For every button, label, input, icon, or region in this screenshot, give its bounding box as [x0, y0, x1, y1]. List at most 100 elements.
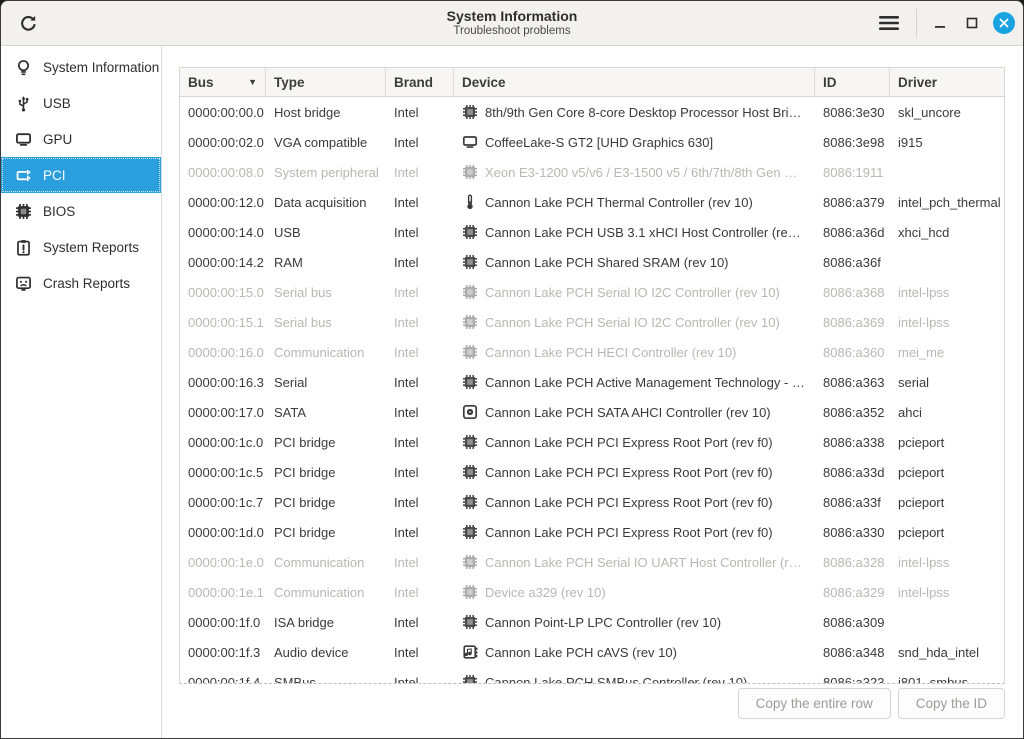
cell-bus: 0000:00:14.2 [180, 247, 266, 277]
table-row[interactable]: 0000:00:1d.0 PCI bridge Intel Cannon Lak… [180, 517, 1004, 547]
cell-driver [890, 157, 1004, 187]
cell-device: Cannon Lake PCH Serial IO I2C Controller… [454, 277, 815, 307]
cell-id: 8086:a329 [815, 577, 890, 607]
sort-descending-icon: ▼ [248, 77, 257, 87]
close-button[interactable] [993, 12, 1015, 34]
table-row[interactable]: 0000:00:14.2 RAM Intel Cannon Lake PCH S… [180, 247, 1004, 277]
cell-brand: Intel [386, 517, 454, 547]
cell-type: RAM [266, 247, 386, 277]
cell-id: 8086:a36d [815, 217, 890, 247]
copy-id-button[interactable]: Copy the ID [898, 688, 1005, 719]
sidebar-item-crash-reports[interactable]: Crash Reports [1, 265, 161, 301]
sidebar-item-label: GPU [43, 132, 72, 147]
cell-driver: snd_hda_intel [890, 637, 1004, 667]
column-header-driver[interactable]: Driver [890, 68, 1004, 96]
cell-bus: 0000:00:16.0 [180, 337, 266, 367]
sidebar-item-label: System Reports [43, 240, 139, 255]
minimize-button[interactable] [927, 10, 953, 36]
device-type-icon [462, 254, 478, 270]
table-row[interactable]: 0000:00:1f.4 SMBus Intel Cannon Lake PCH… [180, 667, 1004, 684]
table-row[interactable]: 0000:00:1f.0 ISA bridge Intel Cannon Poi… [180, 607, 1004, 637]
device-type-icon [462, 104, 478, 120]
table-row[interactable]: 0000:00:16.0 Communication Intel Cannon … [180, 337, 1004, 367]
cell-device: Cannon Lake PCH SATA AHCI Controller (re… [454, 397, 815, 427]
table-row[interactable]: 0000:00:1c.5 PCI bridge Intel Cannon Lak… [180, 457, 1004, 487]
table-row[interactable]: 0000:00:1e.1 Communication Intel Device … [180, 577, 1004, 607]
column-header-bus[interactable]: Bus ▼ [180, 68, 266, 96]
table-row[interactable]: 0000:00:12.0 Data acquisition Intel Cann… [180, 187, 1004, 217]
cell-driver: serial [890, 367, 1004, 397]
table-row[interactable]: 0000:00:15.0 Serial bus Intel Cannon Lak… [180, 277, 1004, 307]
cell-bus: 0000:00:02.0 [180, 127, 266, 157]
content-area: Bus ▼ Type Brand Device ID Driver 0000:0… [162, 46, 1023, 738]
cell-brand: Intel [386, 367, 454, 397]
sidebar-item-system-information[interactable]: System Information [1, 49, 161, 85]
table-row[interactable]: 0000:00:1c.0 PCI bridge Intel Cannon Lak… [180, 427, 1004, 457]
cell-bus: 0000:00:1c.5 [180, 457, 266, 487]
cell-type: USB [266, 217, 386, 247]
table-row[interactable]: 0000:00:08.0 System peripheral Intel Xeo… [180, 157, 1004, 187]
cell-bus: 0000:00:15.0 [180, 277, 266, 307]
sidebar-item-usb[interactable]: USB [1, 85, 161, 121]
column-header-device[interactable]: Device [454, 68, 815, 96]
cell-type: VGA compatible [266, 127, 386, 157]
column-header-type[interactable]: Type [266, 68, 386, 96]
title-block: System Information Troubleshoot problems [1, 1, 1023, 45]
device-type-icon [462, 494, 478, 510]
cell-device: Cannon Lake PCH HECI Controller (rev 10) [454, 337, 815, 367]
refresh-button[interactable] [13, 8, 43, 38]
maximize-button[interactable] [959, 10, 985, 36]
cell-id: 8086:a348 [815, 637, 890, 667]
titlebar-separator [916, 9, 917, 37]
table-row[interactable]: 0000:00:02.0 VGA compatible Intel Coffee… [180, 127, 1004, 157]
table-row[interactable]: 0000:00:15.1 Serial bus Intel Cannon Lak… [180, 307, 1004, 337]
table-row[interactable]: 0000:00:1f.3 Audio device Intel Cannon L… [180, 637, 1004, 667]
cell-type: SMBus [266, 667, 386, 684]
cell-driver: intel-lpss [890, 547, 1004, 577]
column-header-id[interactable]: ID [815, 68, 890, 96]
cell-brand: Intel [386, 247, 454, 277]
cell-device: Cannon Lake PCH PCI Express Root Port (r… [454, 517, 815, 547]
sidebar-item-gpu[interactable]: GPU [1, 121, 161, 157]
table-row[interactable]: 0000:00:14.0 USB Intel Cannon Lake PCH U… [180, 217, 1004, 247]
cell-brand: Intel [386, 187, 454, 217]
column-header-brand[interactable]: Brand [386, 68, 454, 96]
minimize-icon [934, 17, 946, 29]
cell-type: ISA bridge [266, 607, 386, 637]
cell-id: 8086:a309 [815, 607, 890, 637]
cell-bus: 0000:00:15.1 [180, 307, 266, 337]
titlebar: System Information Troubleshoot problems [1, 1, 1023, 46]
table-row[interactable]: 0000:00:1e.0 Communication Intel Cannon … [180, 547, 1004, 577]
sidebar-item-label: System Information [43, 60, 159, 75]
table-row[interactable]: 0000:00:00.0 Host bridge Intel 8th/9th G… [180, 97, 1004, 127]
cell-brand: Intel [386, 337, 454, 367]
cell-device: Cannon Lake PCH Serial IO I2C Controller… [454, 307, 815, 337]
cell-id: 8086:a330 [815, 517, 890, 547]
cell-bus: 0000:00:14.0 [180, 217, 266, 247]
sidebar-item-pci[interactable]: PCI [1, 157, 161, 193]
table-row[interactable]: 0000:00:1c.7 PCI bridge Intel Cannon Lak… [180, 487, 1004, 517]
cell-brand: Intel [386, 577, 454, 607]
cell-brand: Intel [386, 457, 454, 487]
table-row[interactable]: 0000:00:17.0 SATA Intel Cannon Lake PCH … [180, 397, 1004, 427]
cell-driver: ahci [890, 397, 1004, 427]
cell-driver: pcieport [890, 517, 1004, 547]
device-type-icon [462, 524, 478, 540]
display-icon [13, 129, 33, 149]
cell-type: PCI bridge [266, 487, 386, 517]
cell-brand: Intel [386, 637, 454, 667]
menu-button[interactable] [874, 8, 904, 38]
app-window: System Information Troubleshoot problems [0, 0, 1024, 739]
copy-entire-row-button[interactable]: Copy the entire row [738, 688, 891, 719]
table-header-row: Bus ▼ Type Brand Device ID Driver [180, 68, 1004, 97]
device-type-icon [462, 374, 478, 390]
pci-device-table: Bus ▼ Type Brand Device ID Driver 0000:0… [179, 67, 1005, 684]
sidebar-item-system-reports[interactable]: System Reports [1, 229, 161, 265]
usb-icon [13, 93, 33, 113]
footer-actions: Copy the entire row Copy the ID [738, 688, 1005, 719]
table-row[interactable]: 0000:00:16.3 Serial Intel Cannon Lake PC… [180, 367, 1004, 397]
cell-id: 8086:3e98 [815, 127, 890, 157]
sidebar-item-bios[interactable]: BIOS [1, 193, 161, 229]
cell-device: Cannon Lake PCH SMBus Controller (rev 10… [454, 667, 815, 684]
sidebar-item-label: USB [43, 96, 71, 111]
